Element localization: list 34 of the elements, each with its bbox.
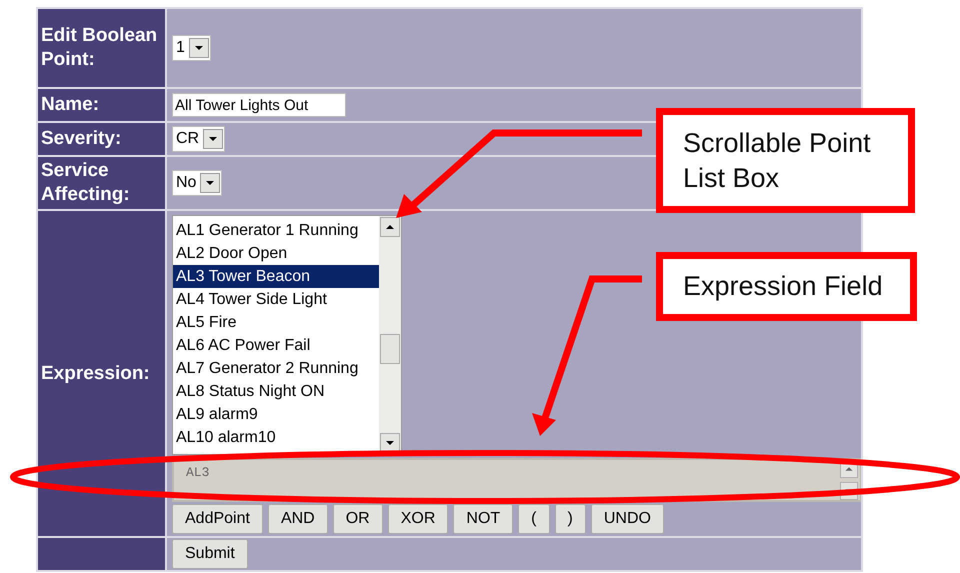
scroll-up-icon[interactable] xyxy=(380,217,400,237)
list-item[interactable]: AL2 Door Open xyxy=(173,242,379,265)
name-input[interactable]: All Tower Lights Out xyxy=(172,93,346,117)
operator-button[interactable]: UNDO xyxy=(590,504,664,534)
operator-button[interactable]: XOR xyxy=(388,504,448,534)
field-label: Service Affecting: xyxy=(41,160,130,205)
point-select[interactable]: 1 xyxy=(172,35,211,61)
list-item[interactable]: AL3 Tower Beacon xyxy=(173,265,379,288)
field-label: Edit Boolean Point: xyxy=(41,25,158,70)
operator-button[interactable]: AND xyxy=(268,504,328,534)
scroll-down-icon[interactable] xyxy=(380,433,400,453)
point-list-box[interactable]: AL1 Generator 1 Running AL2 Door Open AL3 Tower Beacon AL4 Tower Side Light AL5 Fire AL6 AC Power Fail AL7 Generator 2 Running AL8 Status Night ON AL9 alarm9 AL10 alarm10 xyxy=(172,215,402,455)
list-item[interactable]: AL4 Tower Side Light xyxy=(173,288,379,311)
operator-button[interactable]: AddPoint xyxy=(172,504,263,534)
operator-button[interactable]: ( xyxy=(518,504,550,534)
list-item[interactable]: AL6 AC Power Fail xyxy=(173,334,379,357)
operator-button[interactable]: ) xyxy=(554,504,586,534)
field-label: Name: xyxy=(41,94,100,115)
list-item[interactable]: AL7 Generator 2 Running xyxy=(173,357,379,380)
submit-button[interactable]: Submit xyxy=(172,539,248,569)
field-label: Expression: xyxy=(41,362,150,384)
list-item[interactable]: AL9 alarm9 xyxy=(173,403,379,426)
operator-button[interactable]: NOT xyxy=(453,504,514,534)
operator-button[interactable]: OR xyxy=(332,504,383,534)
callout-text: Expression Field xyxy=(683,270,883,303)
callout-text: Scrollable Point List Box xyxy=(683,126,872,194)
list-item[interactable]: AL5 Fire xyxy=(173,311,379,334)
scroll-thumb[interactable] xyxy=(380,334,400,364)
list-item[interactable]: AL10 alarm10 xyxy=(173,426,379,449)
list-item[interactable]: AL1 Generator 1 Running xyxy=(173,219,379,242)
service-affecting-select[interactable]: No xyxy=(172,170,222,196)
field-label: Severity: xyxy=(41,128,122,149)
severity-select[interactable]: CR xyxy=(172,126,226,152)
list-item[interactable]: AL8 Status Night ON xyxy=(173,380,379,403)
